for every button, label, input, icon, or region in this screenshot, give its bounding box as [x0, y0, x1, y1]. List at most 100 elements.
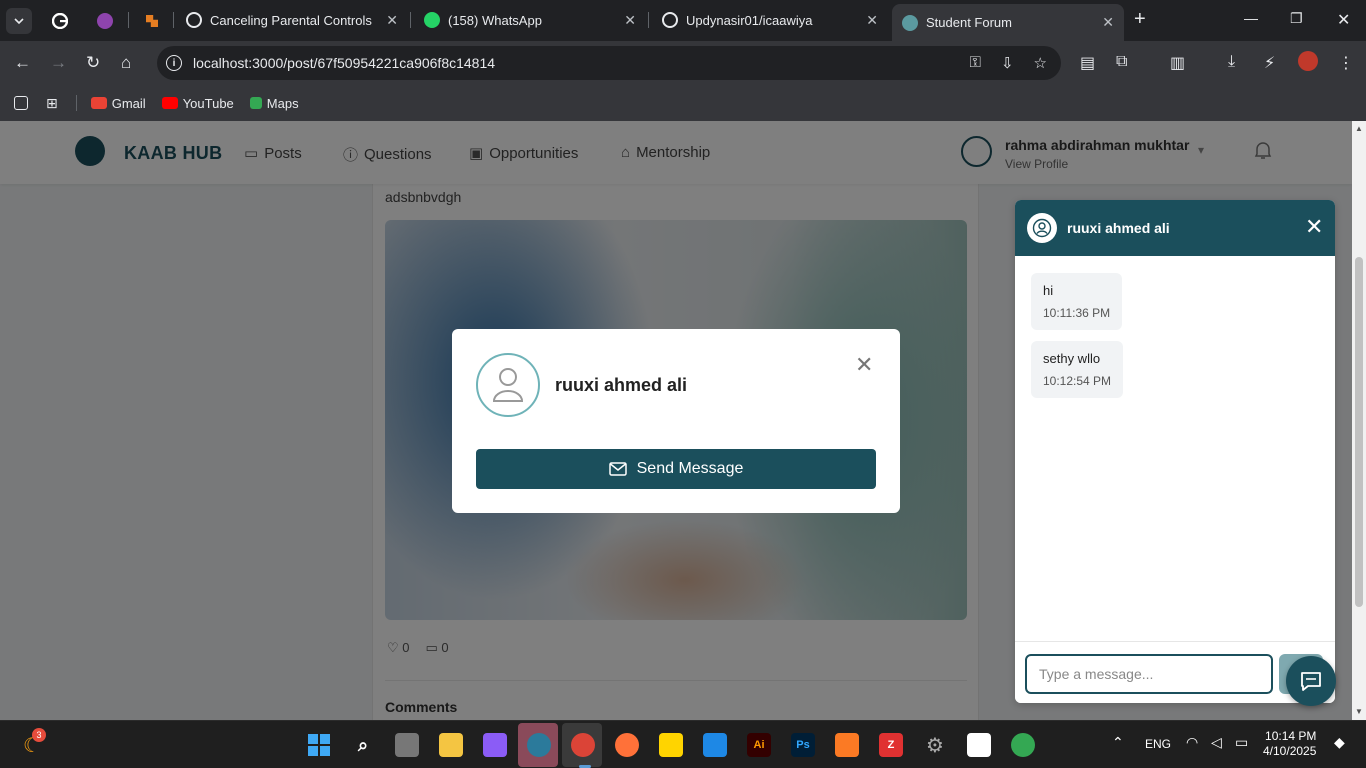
chat-message: sethy wllo 10:12:54 PM: [1031, 341, 1124, 398]
windows-start-icon[interactable]: [307, 733, 331, 757]
tab-search-button[interactable]: [6, 8, 32, 34]
apps-grid-icon[interactable]: ⊞: [46, 95, 58, 112]
chrome-profile-icon[interactable]: [1011, 733, 1035, 757]
u-icon: [97, 13, 113, 29]
tab-groups-icon[interactable]: [14, 96, 28, 110]
bookmark-gmail[interactable]: Gmail: [90, 96, 146, 111]
maps-icon: [249, 97, 262, 109]
vscode-icon[interactable]: [703, 733, 727, 757]
address-bar[interactable]: i localhost:3000/post/67f50954221ca906f8…: [157, 46, 1061, 80]
app-icon: [146, 15, 158, 27]
whatsapp-icon: [424, 12, 440, 28]
bookmark-youtube[interactable]: YouTube: [161, 95, 234, 111]
browser-tab-bar: Canceling Parental Controls ✕ (158) What…: [0, 0, 1366, 41]
google-pinned-tab[interactable]: [47, 8, 73, 34]
copilot-icon[interactable]: [483, 733, 507, 757]
chat-contact-name: ruuxi ahmed ali: [1067, 220, 1170, 236]
photoshop-icon[interactable]: Ps: [791, 733, 815, 757]
close-icon[interactable]: ✕: [866, 12, 878, 29]
chat-close-icon[interactable]: ✕: [1305, 216, 1323, 238]
bookmark-maps[interactable]: Maps: [249, 96, 299, 111]
bookmark-label: YouTube: [182, 95, 234, 111]
close-icon[interactable]: ✕: [624, 12, 636, 29]
tab-title: (158) WhatsApp: [448, 12, 542, 28]
user-avatar-icon: [476, 353, 540, 417]
search-icon[interactable]: ⌕: [351, 733, 375, 757]
pinned-tab[interactable]: [139, 8, 165, 34]
restore-button[interactable]: ❐: [1290, 10, 1303, 27]
tray-overflow-chevron-icon[interactable]: ⌃: [1112, 734, 1124, 751]
settings-gear-icon[interactable]: ⚙: [923, 733, 947, 757]
user-profile-modal: ruuxi ahmed ali ✕ Send Message: [452, 329, 900, 513]
close-icon[interactable]: ✕: [855, 354, 873, 376]
system-clock[interactable]: 10:14 PM 4/10/2025: [1263, 729, 1316, 759]
file-explorer-icon[interactable]: [439, 733, 463, 757]
send-message-button[interactable]: Send Message: [476, 449, 876, 489]
github-icon: [662, 12, 678, 28]
menu-kebab-icon[interactable]: ⋮: [1338, 53, 1354, 73]
extensions-icon[interactable]: ⧉: [1116, 53, 1127, 71]
minimize-button[interactable]: —: [1244, 10, 1258, 26]
xampp-icon[interactable]: [835, 733, 859, 757]
back-button[interactable]: ←: [14, 53, 31, 73]
profile-avatar[interactable]: [1298, 51, 1318, 71]
chat-toggle-button[interactable]: [1286, 656, 1336, 706]
star-icon[interactable]: ☆: [1034, 54, 1047, 72]
download-icon[interactable]: ⤓: [1228, 53, 1235, 71]
scroll-down-arrow-icon[interactable]: ▼: [1355, 707, 1363, 716]
scrollbar-thumb[interactable]: [1355, 257, 1363, 607]
chat-window: ruuxi ahmed ali ✕ hi 10:11:36 PM sethy w…: [1015, 200, 1335, 703]
extension-pinned-tab[interactable]: [92, 8, 118, 34]
edge-icon[interactable]: [527, 733, 551, 757]
chat-avatar-icon: [1027, 213, 1057, 243]
tab-divider: [410, 12, 411, 28]
filezilla-icon[interactable]: Z: [879, 733, 903, 757]
reading-mode-icon[interactable]: ▤: [1080, 53, 1095, 73]
chrome-icon[interactable]: [571, 733, 595, 757]
new-tab-button[interactable]: +: [1134, 9, 1146, 29]
volume-icon[interactable]: ◁: [1211, 734, 1222, 751]
url-text: localhost:3000/post/67f50954221ca906f8c1…: [193, 55, 496, 71]
illustrator-icon[interactable]: Ai: [747, 733, 771, 757]
message-text: hi: [1043, 283, 1054, 298]
mail-icon: [608, 462, 627, 476]
install-app-icon[interactable]: ⇩: [1001, 54, 1014, 72]
close-icon[interactable]: ✕: [386, 12, 398, 29]
chevron-down-icon: [14, 18, 24, 25]
notification-center-icon[interactable]: ◆: [1334, 734, 1345, 751]
tab-title: Canceling Parental Controls: [210, 12, 372, 28]
language-indicator[interactable]: ENG: [1145, 737, 1171, 751]
modal-user-name: ruuxi ahmed ali: [555, 375, 688, 395]
chat-message: hi 10:11:36 PM: [1031, 273, 1123, 330]
task-view-icon[interactable]: [395, 733, 419, 757]
tab-canceling-parental-controls[interactable]: Canceling Parental Controls ✕: [176, 4, 408, 36]
send-message-label: Send Message: [636, 460, 744, 477]
bookmark-divider: [75, 95, 77, 111]
tab-divider: [128, 12, 129, 28]
chat-header: ruuxi ahmed ali ✕: [1015, 200, 1335, 256]
tab-github[interactable]: Updynasir01/icaawiya ✕: [652, 4, 888, 36]
performance-icon[interactable]: ⚡: [1264, 53, 1275, 73]
chat-message-input[interactable]: [1025, 654, 1273, 694]
scroll-up-arrow-icon[interactable]: ▲: [1355, 124, 1363, 133]
windows-taskbar: ☾ 3 ⌕ Ai Ps Z ⚙ ⌃ ENG ◠ ◁ ▭ 10:14 PM 4/1…: [0, 720, 1366, 768]
tab-whatsapp[interactable]: (158) WhatsApp ✕: [414, 4, 646, 36]
capcut-icon[interactable]: [967, 733, 991, 757]
message-time: 10:12:54 PM: [1043, 374, 1112, 388]
sticky-notes-icon[interactable]: [659, 733, 683, 757]
battery-icon[interactable]: ▭: [1235, 734, 1248, 751]
reload-button[interactable]: ↻: [86, 53, 100, 73]
close-icon[interactable]: ✕: [1102, 14, 1114, 31]
wifi-icon[interactable]: ◠: [1186, 734, 1198, 751]
forward-button[interactable]: →: [50, 53, 67, 73]
key-icon[interactable]: ⚿: [970, 54, 981, 72]
tab-student-forum[interactable]: Student Forum ✕: [892, 4, 1124, 41]
firefox-icon[interactable]: [615, 733, 639, 757]
clock-time: 10:14 PM: [1265, 729, 1317, 743]
site-info-icon[interactable]: i: [166, 55, 182, 71]
page-scrollbar[interactable]: ▲ ▼: [1352, 121, 1366, 720]
side-panel-icon[interactable]: ▥: [1170, 53, 1185, 73]
home-button[interactable]: ⌂: [121, 53, 131, 73]
window-close-button[interactable]: ✕: [1337, 10, 1350, 30]
tab-title: Student Forum: [926, 15, 1012, 30]
